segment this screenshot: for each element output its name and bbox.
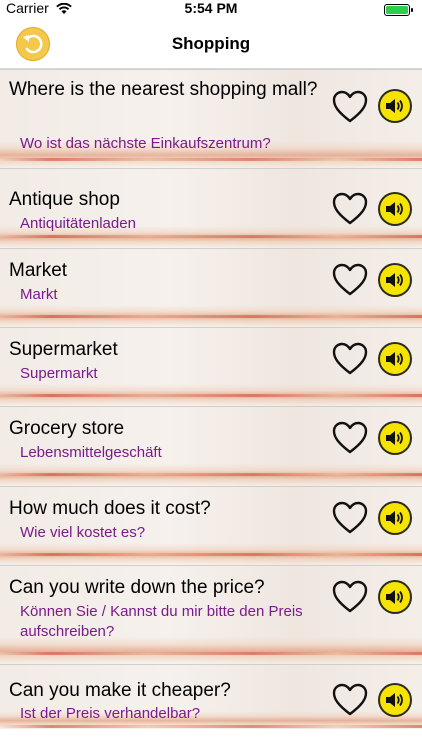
speaker-icon (386, 693, 403, 707)
speaker-icon (386, 511, 403, 525)
phrase-english: Can you make it cheaper? (9, 680, 231, 701)
phrase-english: Where is the nearest shopping mall? (9, 79, 318, 100)
heart-icon[interactable] (332, 263, 368, 297)
heart-icon[interactable] (332, 580, 368, 614)
speaker-button[interactable] (378, 501, 412, 535)
phrase-row[interactable]: Can you make it cheaper? Ist der Preis v… (0, 664, 422, 729)
speaker-icon (386, 590, 403, 604)
speaker-button[interactable] (378, 683, 412, 717)
speaker-button[interactable] (378, 342, 412, 376)
phrase-german: Wo ist das nächste Einkaufszentrum? (20, 135, 271, 152)
speaker-button[interactable] (378, 89, 412, 123)
speaker-icon (386, 431, 403, 445)
phrase-row[interactable]: Grocery store Lebensmittelgeschäft (0, 406, 422, 486)
heart-icon[interactable] (332, 192, 368, 226)
phrase-english: Grocery store (9, 418, 125, 439)
page-title: Shopping (171, 34, 251, 53)
status-bar: Carrier 5:54 PM (0, 0, 422, 20)
phrase-german: Ist der Preis verhandelbar? (20, 705, 201, 722)
heart-icon[interactable] (332, 683, 368, 717)
speaker-icon (386, 352, 403, 366)
phrase-english: Supermarket (9, 339, 118, 360)
phrase-row[interactable]: How much does it cost? Wie viel kostet e… (0, 486, 422, 565)
speaker-icon (386, 99, 403, 113)
navigation-bar: Shopping (0, 20, 422, 69)
battery-icon (384, 3, 414, 16)
phrase-english: How much does it cost? (9, 498, 211, 519)
speaker-icon (386, 273, 403, 287)
speaker-icon (386, 202, 403, 216)
speaker-button[interactable] (378, 580, 412, 614)
phrase-row[interactable]: Can you write down the price? Können Sie… (0, 565, 422, 664)
phrase-row[interactable]: Market Markt (0, 248, 422, 327)
phrase-row[interactable]: Supermarket Supermarkt (0, 327, 422, 406)
speaker-button[interactable] (378, 421, 412, 455)
phrase-german: Supermarkt (20, 365, 98, 382)
phrase-german: Wie viel kostet es? (20, 524, 146, 541)
phrase-list: Where is the nearest shopping mall? Wo i… (0, 69, 422, 729)
speaker-button[interactable] (378, 263, 412, 297)
phrase-english: Can you write down the price? (9, 577, 265, 598)
phrase-german: Lebensmittelgeschäft (20, 444, 162, 461)
phrase-row[interactable]: Antique shop Antiquitätenladen (0, 168, 422, 248)
phrase-row[interactable]: Where is the nearest shopping mall? Wo i… (0, 69, 422, 168)
phrase-german: Können Sie / Kannst du mir bitte den Pre… (20, 603, 303, 640)
phrase-german: Markt (20, 286, 58, 303)
heart-icon[interactable] (332, 501, 368, 535)
phrase-english: Antique shop (9, 189, 120, 210)
status-time: 5:54 PM (184, 0, 238, 16)
phrase-english: Market (9, 260, 68, 281)
heart-icon[interactable] (332, 342, 368, 376)
heart-icon[interactable] (332, 421, 368, 455)
phrase-german: Antiquitätenladen (20, 215, 136, 232)
speaker-button[interactable] (378, 192, 412, 226)
heart-icon[interactable] (332, 90, 368, 124)
